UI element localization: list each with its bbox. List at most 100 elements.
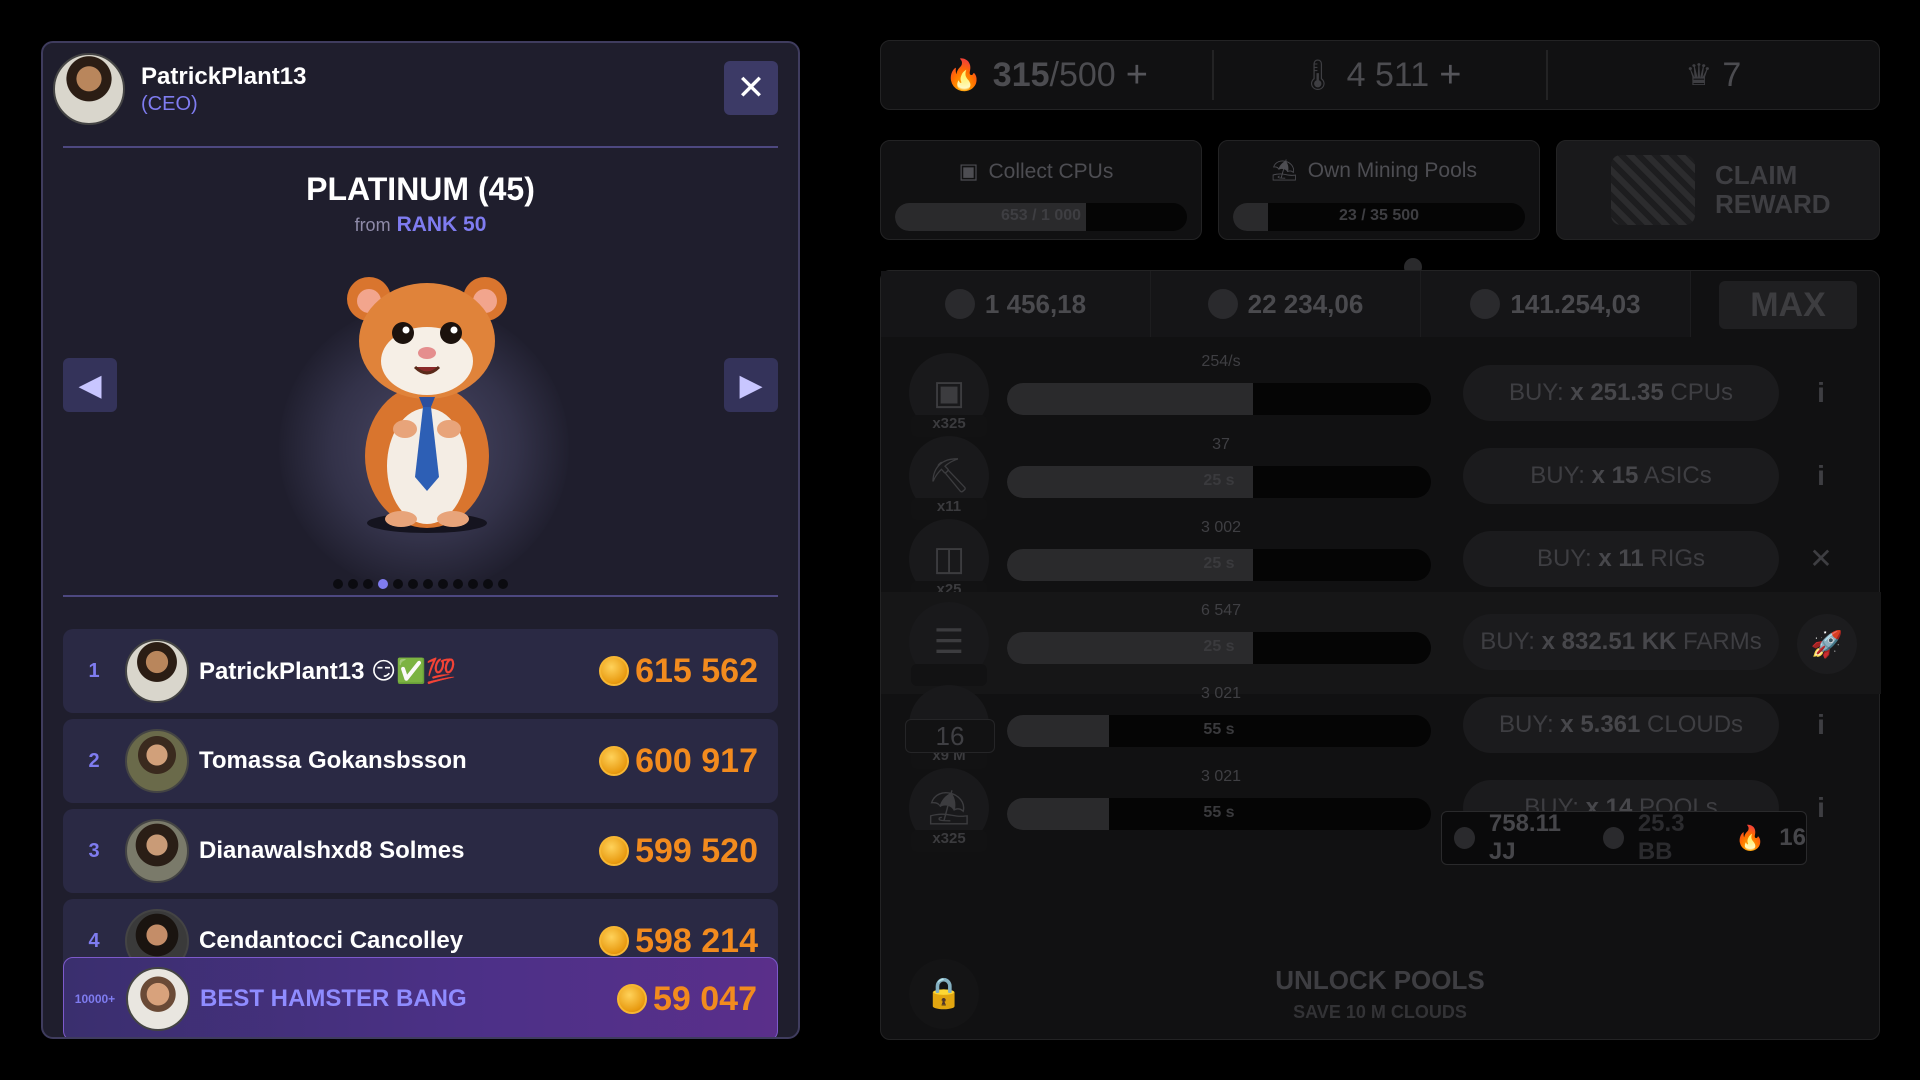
pagination-dot[interactable] [378,579,388,589]
miner-multiplier: x325 [911,830,987,852]
pagination-dot[interactable] [408,579,418,589]
add-energy-button[interactable]: + [1126,54,1148,97]
close-icon[interactable]: ✕ [1801,539,1841,579]
level-from: from RANK 50 [43,213,798,237]
buy-button[interactable]: BUY: x 15 ASICs [1463,448,1779,504]
coin-icon [599,746,630,776]
energy-stat: 🔥 315/500 + [881,50,1215,100]
miner-progress [1007,383,1431,415]
cpu-icon: ▣ [958,160,979,183]
board-divider [63,595,778,597]
row-rank: 1 [88,659,100,682]
coin-icon [599,926,630,956]
level-title: PLATINUM (45) [306,171,535,207]
info-button[interactable]: i [1801,788,1841,828]
task-progress-text: 23 / 35 500 [1338,207,1420,224]
buy-button[interactable]: BUY: x 5.361 CLOUDs [1463,697,1779,753]
miner-timer: 25 s [1203,638,1235,655]
pagination-dot[interactable] [483,579,493,589]
crown-icon: ♛ [1685,58,1713,92]
game-panel: 🔥 315/500 + 🌡 4 511 + ♛ 7 ▣ Collect CPUs … [880,0,1881,1080]
coin-icon [599,656,630,686]
from-label: from [354,215,391,235]
miner-progress-fill [1007,383,1253,415]
pagination-dot[interactable] [498,579,508,589]
flame-icon: 🔥 [945,58,983,92]
row-rank: 10000+ [74,992,116,1006]
leaderboard-row[interactable]: 2 Tomassa Gokansbsson 600 917 [63,719,778,803]
task-own-mining-pools[interactable]: ⛱ Own Mining Pools 23 / 35 500 [1218,140,1540,240]
info-button[interactable]: i [1801,373,1841,413]
coin-icon [617,984,647,1014]
pagination-dot[interactable] [423,579,433,589]
next-level-button[interactable]: ▶ [724,358,778,412]
miner-rate: 254/s [1201,353,1241,370]
miner-panel: 1 456,18 22 234,06 141.254,03 MAX ▣ x325… [880,270,1881,1040]
crown-stat: ♛ 7 [1685,55,1742,94]
row-score: 598 214 [599,922,778,961]
pagination-dot[interactable] [393,579,403,589]
miner-rate: 6 547 [1200,602,1242,619]
max-button[interactable]: MAX [1719,281,1857,329]
stats-bar: 🔥 315/500 + 🌡 4 511 + ♛ 7 [880,40,1880,110]
miner-rate: 3 021 [1200,768,1242,785]
ethereum-icon [1602,827,1624,849]
user-avatar [53,53,125,125]
row-avatar [125,729,189,793]
pagination-dot[interactable] [333,579,343,589]
miner-timer: 55 s [1203,804,1235,821]
buy-button[interactable]: BUY: x 832.51 KK FARMs [1463,614,1779,670]
bitcoin-icon [944,289,975,319]
chip-icon [1611,155,1695,225]
row-avatar [125,819,189,883]
pagination-dot[interactable] [348,579,358,589]
profile-modal: PatrickPlant13 (CEO) ✕ PLATINUM (45) fro… [41,41,800,1039]
miner-timer: 25 s [1203,555,1235,572]
row-rank: 3 [88,839,100,862]
row-rank: 4 [88,929,100,952]
pagination-dot[interactable] [438,579,448,589]
miner-timer: 25 s [1203,472,1235,489]
level-pagination-dots [43,579,798,589]
coin-icon [599,836,630,866]
miner-timer: 55 s [1203,721,1235,738]
miner-rate: 3 002 [1200,519,1242,536]
row-avatar [125,639,189,703]
info-button[interactable]: i [1801,456,1841,496]
row-name: Cendantocci Cancolley [199,927,464,954]
pagination-dot[interactable] [468,579,478,589]
buy-button[interactable]: BUY: x 251.35 CPUs [1463,365,1779,421]
pagination-dot[interactable] [453,579,463,589]
thermometer-icon: 🌡 [1298,58,1337,92]
buy-button[interactable]: BUY: x 11 RIGs [1463,531,1779,587]
prev-level-button[interactable]: ◀ [63,358,117,412]
task-progress-text: 653 / 1 000 [1000,207,1082,224]
user-name: PatrickPlant13 [141,63,307,90]
task-collect-cpus[interactable]: ▣ Collect CPUs 653 / 1 000 [880,140,1202,240]
modal-header: PatrickPlant13 (CEO) ✕ [53,53,778,133]
row-name: PatrickPlant13 😏✅💯 [199,657,456,685]
row-name: Tomassa Gokansbsson [199,747,467,774]
unlock-pools[interactable]: UNLOCK POOLS SAVE 10 M CLOUDS [881,965,1879,1023]
my-rank-row[interactable]: 10000+ BEST HAMSTER BANG 59 047 [63,957,778,1037]
leaderboard-row[interactable]: 1 PatrickPlant13 😏✅💯 615 562 [63,629,778,713]
flame-icon: 🔥 [1735,824,1766,852]
row-avatar [126,967,190,1031]
close-button[interactable]: ✕ [724,61,778,115]
row-score: 600 917 [599,742,778,781]
rank-label: RANK 50 [396,213,487,236]
currency-row: 1 456,18 22 234,06 141.254,03 MAX [881,271,1881,337]
row-rank: 2 [88,749,100,772]
bitcoin-icon [1454,827,1475,849]
row-name: Dianawalshxd8 Solmes [199,837,465,864]
pagination-dot[interactable] [363,579,373,589]
info-button[interactable]: i [1801,705,1841,745]
claim-reward-button[interactable]: CLAIM REWARD [1556,140,1880,240]
ethereum-balance: 22 234,06 [1151,271,1421,337]
tron-icon [1470,289,1501,319]
leaderboard-row[interactable]: 3 Dianawalshxd8 Solmes 599 520 [63,809,778,893]
add-temperature-button[interactable]: + [1439,54,1461,97]
miner-rate: 37 [1212,436,1230,453]
hamster-ceo-image [347,277,507,533]
rocket-boost-button[interactable]: 🚀 [1797,614,1857,674]
